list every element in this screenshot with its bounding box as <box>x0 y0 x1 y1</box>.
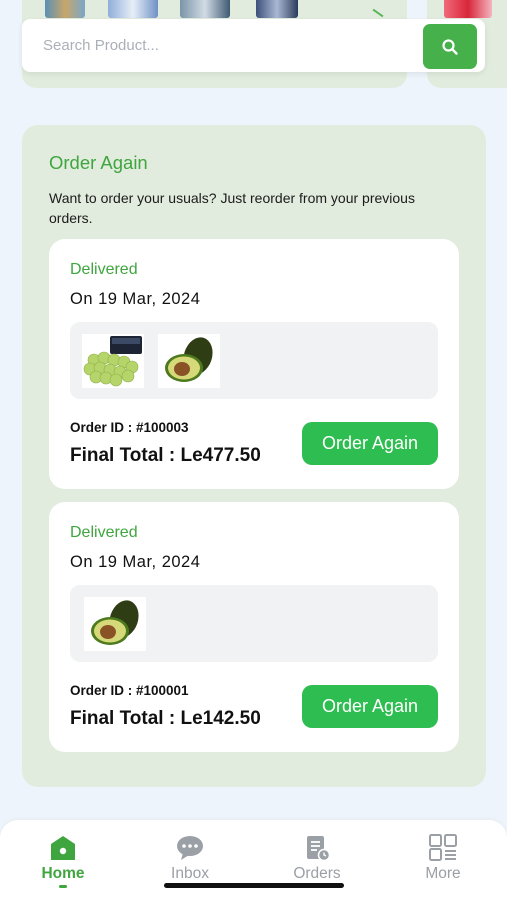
search-bar <box>22 19 485 72</box>
order-items <box>70 585 438 662</box>
order-again-section: Order Again Want to order your usuals? J… <box>22 125 486 787</box>
home-indicator <box>164 883 344 888</box>
banner-product-image <box>180 0 230 18</box>
order-id: Order ID : #100001 <box>70 683 189 698</box>
order-card[interactable]: Delivered On 19 Mar, 2024 Order ID : #10… <box>49 502 459 752</box>
banner-product-image <box>45 0 85 18</box>
grid-icon <box>429 834 457 861</box>
bottom-navigation: Home Inbox Orders More <box>0 820 507 900</box>
nav-label-inbox: Inbox <box>171 865 209 882</box>
banner-product-image <box>444 0 492 18</box>
nav-item-orders[interactable]: Orders <box>267 820 367 900</box>
grapes-product-image <box>82 334 144 388</box>
search-icon <box>442 38 458 55</box>
order-items <box>70 322 438 399</box>
home-icon <box>51 836 75 860</box>
nav-item-home[interactable]: Home <box>13 820 113 900</box>
active-indicator <box>59 885 67 888</box>
nav-item-inbox[interactable]: Inbox <box>140 820 240 900</box>
nav-label-home: Home <box>41 865 85 882</box>
orders-icon <box>307 836 331 862</box>
order-card[interactable]: Delivered On 19 Mar, 2024 Order ID: #10… <box>49 239 459 489</box>
order-status: Delivered <box>70 524 138 541</box>
banner-product-image <box>108 0 158 18</box>
nav-label-more: More <box>425 865 461 882</box>
order-date: On 19 Mar, 2024 <box>70 553 201 571</box>
final-total: Final Total : Le477.50 <box>70 445 261 466</box>
nav-item-more[interactable]: More <box>393 820 493 900</box>
avocado-product-image <box>84 597 146 651</box>
order-status: Delivered <box>70 261 138 278</box>
avocado-product-image <box>158 334 220 388</box>
search-button[interactable] <box>423 24 477 69</box>
section-description: Want to order your usuals? Just reorder … <box>49 190 415 226</box>
final-total: Final Total : Le142.50 <box>70 708 261 729</box>
chat-icon <box>177 836 203 860</box>
nav-label-orders: Orders <box>293 865 341 882</box>
search-input[interactable] <box>22 19 412 72</box>
order-date: On 19 Mar, 2024 <box>70 290 201 308</box>
banner-product-image <box>256 0 298 18</box>
order-again-button[interactable]: Order Again <box>302 422 438 465</box>
order-again-button[interactable]: Order Again <box>302 685 438 728</box>
order-id: Order ID : #100003 <box>70 420 189 435</box>
section-title: Order Again <box>49 152 148 173</box>
